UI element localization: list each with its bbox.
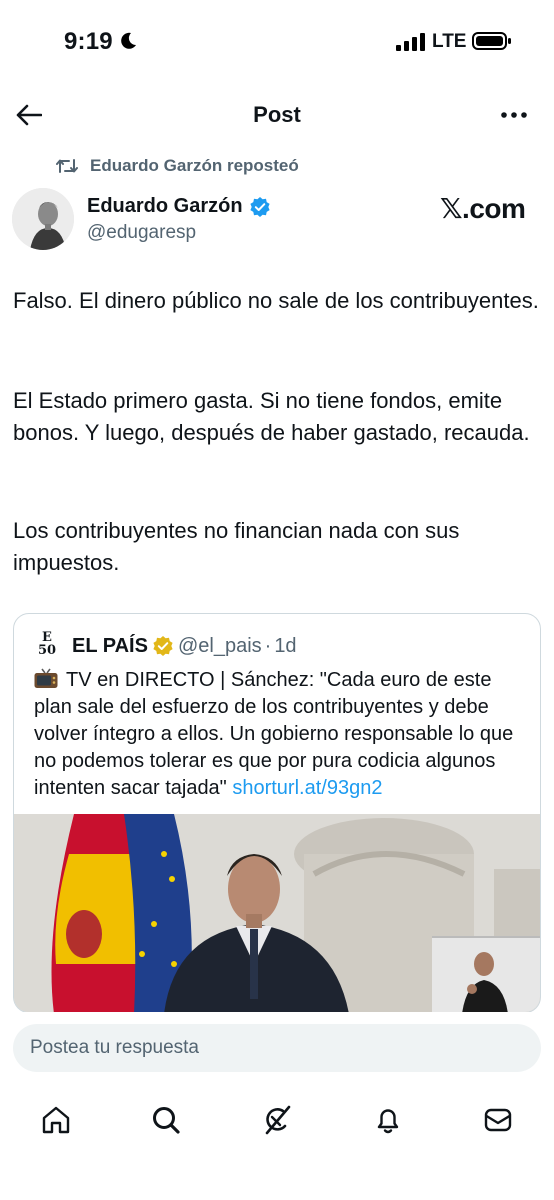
reply-input[interactable] [13,1024,541,1072]
press-conference-image [14,814,540,1012]
home-icon [42,1106,70,1134]
more-options-button[interactable] [494,96,534,134]
nav-messages[interactable] [478,1100,518,1140]
tv-icon [34,668,58,688]
x-com-watermark: 𝕏.com [440,193,526,224]
author-name[interactable]: Eduardo Garzón [87,195,243,218]
battery-icon [472,32,511,50]
grok-icon [265,1105,291,1135]
author-handle[interactable]: @edugaresp [87,222,196,244]
post-header: Post [0,88,554,142]
repost-indicator[interactable]: Eduardo Garzón reposteó [56,154,299,178]
quoted-post-card[interactable]: E 50 EL PAÍS @el_pais · 1d TV en DIRECTO … [13,613,541,1013]
bottom-navigation [0,1082,554,1200]
status-bar: 9:19 LTE [0,0,554,84]
quoted-post-link[interactable]: shorturl.at/93gn2 [232,777,382,799]
verified-badge-icon [249,196,270,217]
cellular-signal-icon [396,33,425,51]
quoted-post-text: TV en DIRECTO | Sánchez: "Cada euro de e… [34,667,534,802]
messages-icon [484,1108,512,1132]
quoted-post-header: E 50 EL PAÍS @el_pais · 1d [34,631,297,661]
quoted-author-name: EL PAÍS [72,634,148,657]
quoted-author-handle: @el_pais [177,634,262,657]
post-paragraph-1: Falso. El dinero público no sale de los … [13,288,539,313]
author-avatar[interactable] [12,188,74,250]
notifications-icon [377,1109,399,1134]
author-name-row[interactable]: Eduardo Garzón [87,195,271,218]
nav-home[interactable] [36,1100,76,1140]
separator-dot: · [264,634,272,657]
page-title: Post [253,102,301,127]
status-time: 9:19 [64,28,113,55]
repost-icon [56,159,78,173]
quoted-post-video-thumbnail[interactable] [14,814,540,1012]
verified-gold-badge-icon [153,636,173,656]
post-paragraph-3: Los contribuyentes no financian nada con… [13,518,460,575]
more-dots-icon [501,112,527,118]
network-type: LTE [432,31,467,52]
nav-search[interactable] [146,1100,186,1140]
repost-text: Eduardo Garzón reposteó [90,156,299,175]
el-pais-logo: E 50 [37,630,57,658]
nav-notifications[interactable] [368,1100,408,1140]
search-icon [153,1107,180,1134]
quoted-post-time: 1d [274,634,297,657]
reply-bar [0,1012,554,1082]
nav-grok[interactable] [257,1100,297,1140]
avatar-photo [12,188,74,250]
do-not-disturb-moon-icon [121,32,136,49]
post-paragraph-2: El Estado primero gasta. Si no tiene fon… [13,388,530,445]
